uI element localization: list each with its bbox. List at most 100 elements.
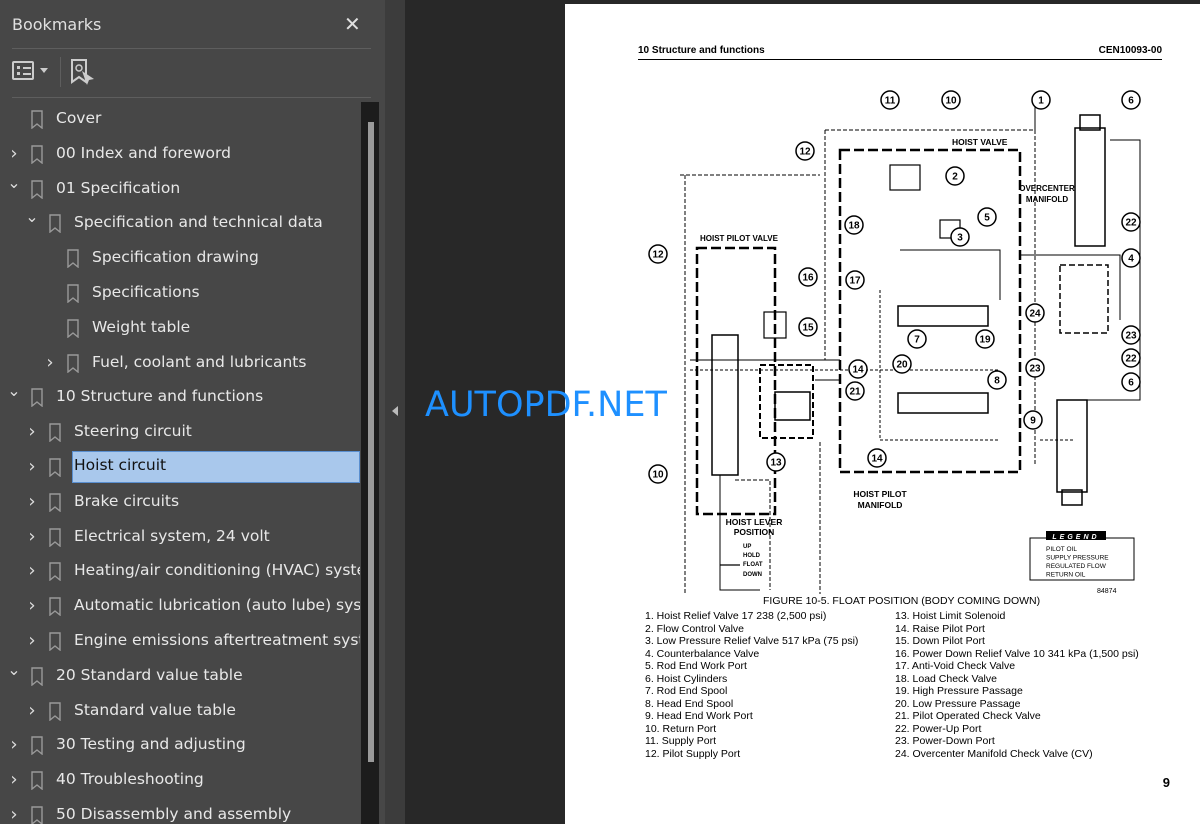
chevron-down-icon[interactable]: ⌄ xyxy=(7,383,21,399)
chevron-right-icon[interactable]: › xyxy=(25,492,39,510)
callout-number: 3 xyxy=(957,233,963,244)
parts-list-item: 7. Rod End Spool xyxy=(645,685,728,697)
bookmark-item[interactable]: › 50 Disassembly and assembly xyxy=(0,798,360,824)
watermark: AUTOPDF.NET xyxy=(425,385,667,425)
bookmark-icon xyxy=(31,145,43,164)
head-end-spool xyxy=(897,392,989,414)
callout-number: 14 xyxy=(852,365,864,376)
collapse-panel-icon[interactable] xyxy=(392,406,398,416)
callout-number: 12 xyxy=(652,250,664,261)
chevron-right-icon[interactable]: › xyxy=(25,701,39,719)
parts-list-item: 5. Rod End Work Port xyxy=(645,660,747,672)
bookmark-item[interactable]: › Electrical system, 24 volt xyxy=(0,520,360,554)
bookmark-item[interactable]: ⌄ Specification and technical data xyxy=(0,206,360,240)
header-rule xyxy=(638,59,1162,60)
chevron-right-icon[interactable]: › xyxy=(25,562,39,580)
diagram-label: OVERCENTER xyxy=(1019,184,1075,193)
bookmark-item[interactable]: ⌄ 20 Standard value table xyxy=(0,659,360,693)
callout-number: 14 xyxy=(871,454,883,465)
chevron-down-icon[interactable] xyxy=(40,68,48,77)
bookmark-item[interactable]: ⌄ 10 Structure and functions xyxy=(0,380,360,414)
chevron-right-icon[interactable]: › xyxy=(25,527,39,545)
parts-list-item: 13. Hoist Limit Solenoid xyxy=(895,610,1006,622)
diagram-label: HOIST LEVER xyxy=(726,517,783,527)
panel-title: Bookmarks xyxy=(12,15,102,34)
chevron-right-icon[interactable]: › xyxy=(43,353,57,371)
figure-caption: FIGURE 10-5. FLOAT POSITION (BODY COMING… xyxy=(763,595,1041,607)
bookmark-item[interactable]: › 30 Testing and adjusting xyxy=(0,728,360,762)
scrollbar-thumb[interactable] xyxy=(368,122,374,762)
chevron-right-icon[interactable]: › xyxy=(7,736,21,754)
hoist-cylinder xyxy=(1074,127,1106,247)
bookmark-label: Specification drawing xyxy=(92,248,259,267)
list-options-icon[interactable] xyxy=(12,61,34,80)
legend-item: SUPPLY PRESSURE xyxy=(1046,555,1109,562)
find-bookmark-icon[interactable] xyxy=(70,58,96,86)
divider xyxy=(12,48,371,49)
overcenter-manifold-block xyxy=(1059,264,1109,334)
hydraulic-diagram: HOIST VALVE HOIST PILOT VALVE OVERCENTER MA… xyxy=(648,90,1141,594)
parts-list-item: 19. High Pressure Passage xyxy=(895,685,1023,697)
bookmark-item[interactable]: › 40 Troubleshooting xyxy=(0,763,360,797)
parts-list-item: 22. Power-Up Port xyxy=(895,722,982,735)
callout-number: 10 xyxy=(652,470,664,481)
diagram-label: POSITION xyxy=(734,527,775,537)
chevron-right-icon[interactable]: › xyxy=(25,458,39,476)
bookmark-label: Cover xyxy=(56,109,102,127)
bookmark-item[interactable]: Specification drawing xyxy=(0,241,360,275)
pilot-check-valve xyxy=(774,391,811,421)
chevron-right-icon[interactable]: › xyxy=(7,806,21,824)
close-icon[interactable]: ✕ xyxy=(344,12,361,36)
parts-list-item: 16. Power Down Relief Valve 10 341 kPa (… xyxy=(895,647,1139,660)
bookmark-item[interactable]: Specifications xyxy=(0,276,360,310)
bookmark-item[interactable]: › Engine emissions aftertreatment system xyxy=(0,624,360,658)
bookmark-item[interactable]: ⌄ 01 Specification xyxy=(0,172,360,206)
chevron-down-icon[interactable]: ⌄ xyxy=(25,209,39,225)
bookmark-label: 50 Disassembly and assembly xyxy=(56,805,292,823)
bookmark-item[interactable]: › 00 Index and foreword xyxy=(0,137,360,171)
parts-list-item: 12. Pilot Supply Port xyxy=(645,747,741,760)
chevron-right-icon[interactable]: › xyxy=(7,144,21,162)
callout-number: 10 xyxy=(945,96,957,107)
parts-list-item: 9. Head End Work Port xyxy=(645,710,753,722)
chevron-right-icon[interactable]: › xyxy=(25,597,39,615)
bookmark-icon xyxy=(49,632,61,651)
parts-list-item: 23. Power-Down Port xyxy=(895,735,995,747)
bookmark-item[interactable]: › Steering circuit xyxy=(0,415,360,449)
bookmark-item[interactable]: Weight table xyxy=(0,311,360,345)
bookmark-icon xyxy=(49,562,61,582)
bookmark-item[interactable]: › Hoist circuit xyxy=(0,450,360,484)
bookmark-icon xyxy=(67,319,79,338)
bookmark-label: Fuel, coolant and lubricants xyxy=(92,352,307,371)
bookmark-label: Automatic lubrication (auto lube) system xyxy=(74,596,360,615)
chevron-right-icon[interactable]: › xyxy=(25,632,39,650)
bookmark-item[interactable]: Cover xyxy=(0,102,360,136)
chevron-right-icon[interactable]: › xyxy=(25,423,39,441)
parts-list-item: 21. Pilot Operated Check Valve xyxy=(895,710,1041,722)
diagram-label: HOIST PILOT VALVE xyxy=(700,234,779,243)
chevron-down-icon[interactable]: ⌄ xyxy=(7,174,21,190)
bookmark-item[interactable]: › Brake circuits xyxy=(0,485,360,519)
bookmark-item[interactable]: › Fuel, coolant and lubricants xyxy=(0,346,360,380)
diagram-label: HOIST VALVE xyxy=(952,137,1008,147)
bookmark-icon xyxy=(49,493,61,512)
parts-list-item: 2. Flow Control Valve xyxy=(645,622,745,635)
parts-list-item: 4. Counterbalance Valve xyxy=(645,647,760,660)
bookmark-item[interactable]: › Automatic lubrication (auto lube) syste… xyxy=(0,589,360,623)
parts-list-item: 10. Return Port xyxy=(645,722,717,735)
bookmark-item[interactable]: › Standard value table xyxy=(0,694,360,728)
callout-number: 16 xyxy=(802,273,814,284)
chevron-down-icon[interactable]: ⌄ xyxy=(7,661,21,677)
pilot-spool xyxy=(711,334,739,476)
bookmark-label: Standard value table xyxy=(74,700,236,719)
callout-number: 11 xyxy=(885,96,896,107)
bookmark-icon xyxy=(31,736,43,756)
bookmark-item[interactable]: › Heating/air conditioning (HVAC) system xyxy=(0,554,360,588)
parts-list-item: 17. Anti-Void Check Valve xyxy=(895,660,1016,672)
bookmark-icon xyxy=(31,110,43,129)
diagram-label: UP xyxy=(743,544,751,550)
bookmark-icon xyxy=(31,388,43,408)
chevron-right-icon[interactable]: › xyxy=(7,771,21,789)
bookmark-icon xyxy=(67,284,79,303)
callout-number: 22 xyxy=(1125,354,1137,365)
